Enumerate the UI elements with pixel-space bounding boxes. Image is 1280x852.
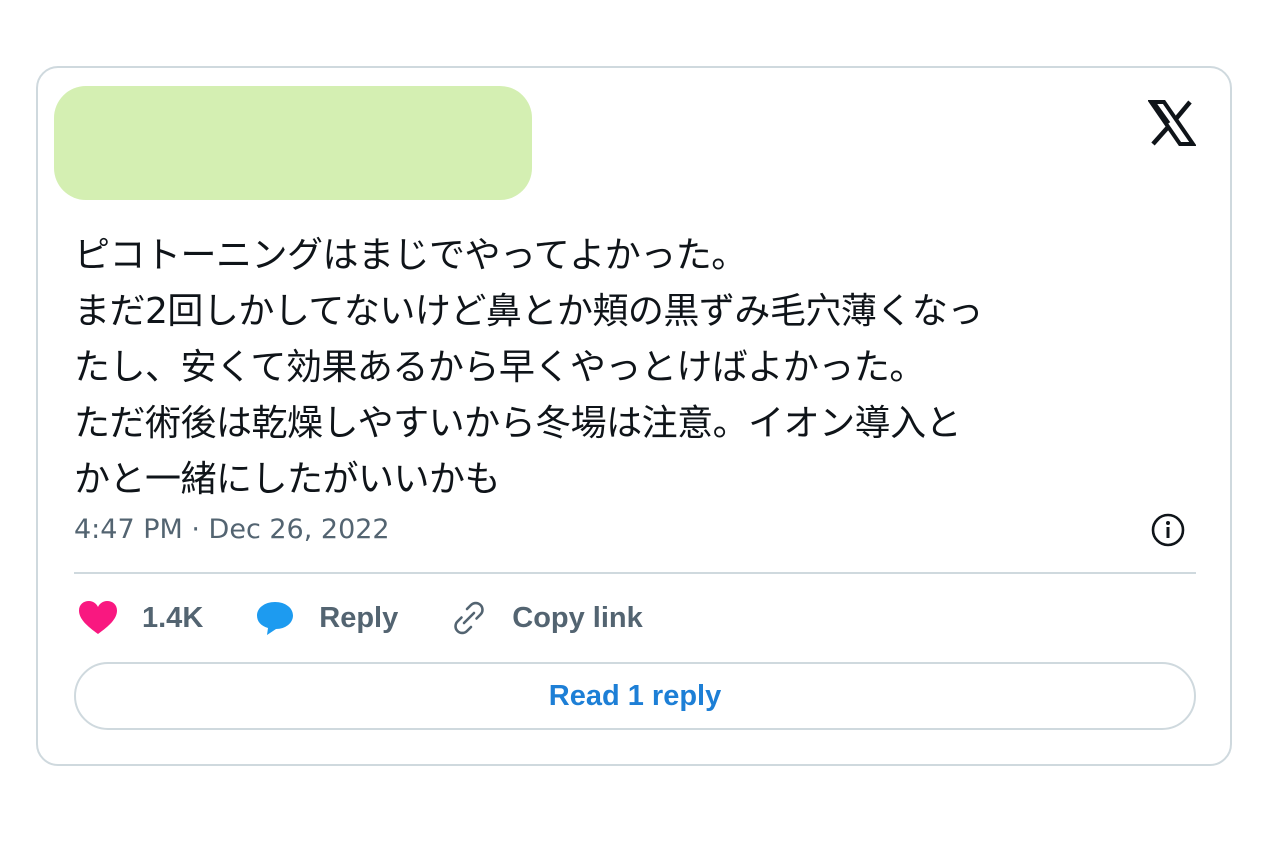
like-count: 1.4K bbox=[142, 601, 204, 634]
copy-link-button[interactable]: Copy link bbox=[450, 599, 643, 637]
like-button[interactable]: 1.4K bbox=[78, 600, 203, 636]
tweet-text-line: ただ術後は乾燥しやすいから冬場は注意。イオン導入と bbox=[74, 403, 962, 444]
heart-icon bbox=[79, 601, 117, 634]
read-replies-label: Read 1 reply bbox=[548, 679, 722, 712]
link-icon bbox=[454, 601, 484, 635]
action-bar: 1.4K Reply Copy link bbox=[78, 594, 695, 642]
redacted-author-block bbox=[54, 86, 532, 200]
tweet-card: ピコトーニングはまじでやってよかった。 まだ2回しかしてないけど鼻とか頬の黒ずみ… bbox=[36, 66, 1232, 766]
tweet-text-line: ピコトーニングはまじでやってよかった。 bbox=[74, 235, 747, 276]
tweet-text-line: まだ2回しかしてないけど鼻とか頬の黒ずみ毛穴薄くなっ bbox=[74, 291, 983, 332]
tweet-text-line: たし、安くて効果あるから早くやっとけばよかった。 bbox=[74, 347, 925, 388]
tweet-text: ピコトーニングはまじでやってよかった。 まだ2回しかしてないけど鼻とか頬の黒ずみ… bbox=[74, 228, 1204, 508]
speech-bubble-icon bbox=[257, 602, 294, 635]
divider bbox=[74, 572, 1196, 574]
tweet-text-line: かと一緒にしたがいいかも bbox=[74, 459, 501, 500]
copy-link-label: Copy link bbox=[512, 601, 643, 634]
reply-label: Reply bbox=[319, 601, 399, 634]
reply-button[interactable]: Reply bbox=[255, 600, 398, 636]
tweet-timestamp[interactable]: 4:47 PM · Dec 26, 2022 bbox=[74, 510, 390, 550]
x-logo-icon[interactable] bbox=[1148, 100, 1196, 146]
read-replies-button[interactable]: Read 1 reply bbox=[74, 662, 1196, 730]
info-icon[interactable] bbox=[1150, 512, 1186, 548]
